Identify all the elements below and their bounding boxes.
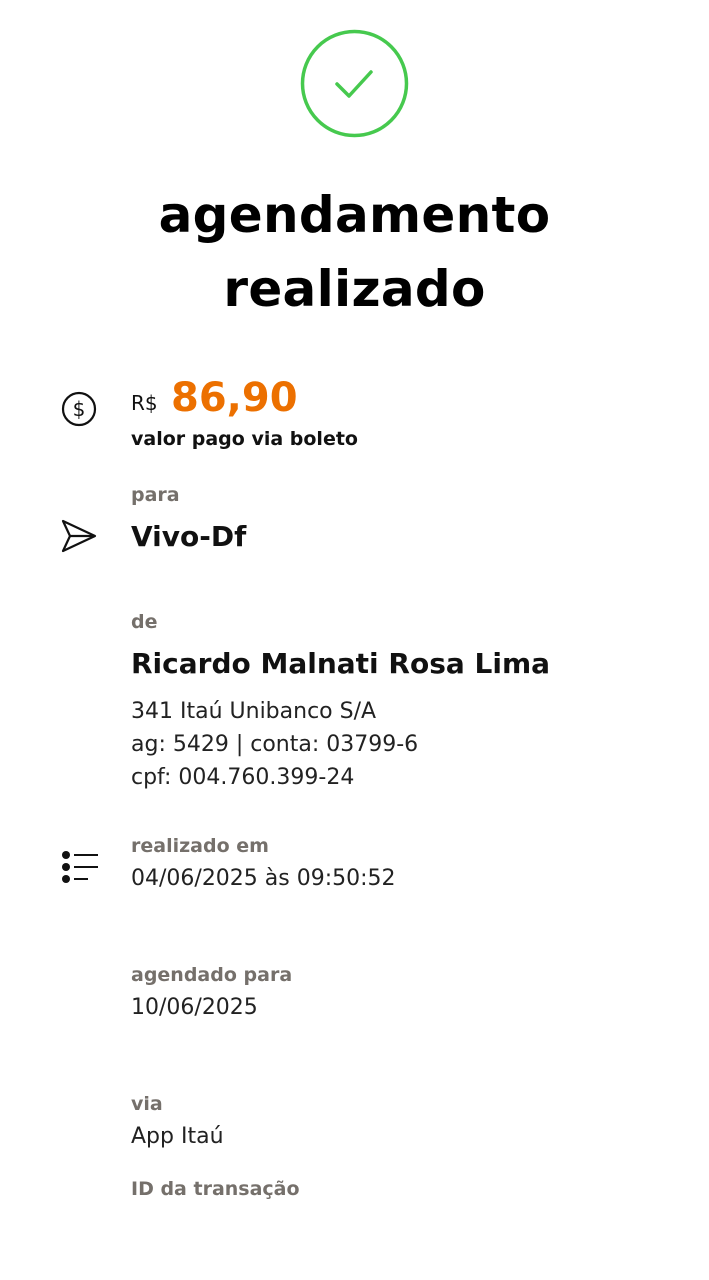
channel-value: App Itaú bbox=[131, 1124, 224, 1149]
list-icon bbox=[60, 849, 100, 885]
dollar-circle-icon: $ bbox=[60, 390, 98, 428]
check-circle-icon bbox=[300, 29, 409, 138]
title-line-1: agendamento bbox=[158, 186, 551, 244]
scheduled-label: agendado para bbox=[131, 964, 293, 986]
send-icon bbox=[60, 518, 98, 554]
channel-label: via bbox=[131, 1093, 163, 1115]
amount-caption: valor pago via boleto bbox=[131, 428, 358, 450]
scheduled-date: 10/06/2025 bbox=[131, 995, 258, 1020]
page-title: agendamento realizado bbox=[0, 178, 709, 326]
payer-label: de bbox=[131, 611, 158, 633]
payer-account: ag: 5429 | conta: 03799-6 bbox=[131, 732, 419, 757]
payee-label: para bbox=[131, 484, 180, 506]
svg-text:$: $ bbox=[73, 397, 86, 421]
realized-label: realizado em bbox=[131, 835, 269, 857]
payment-amount: 86,90 bbox=[171, 375, 298, 421]
transaction-id-label: ID da transação bbox=[131, 1178, 300, 1200]
payer-cpf: cpf: 004.760.399-24 bbox=[131, 765, 355, 790]
currency-symbol: R$ bbox=[131, 391, 158, 415]
realized-datetime: 04/06/2025 às 09:50:52 bbox=[131, 866, 396, 891]
payer-name: Ricardo Malnati Rosa Lima bbox=[131, 647, 551, 680]
title-line-2: realizado bbox=[223, 260, 486, 318]
payer-bank: 341 Itaú Unibanco S/A bbox=[131, 699, 377, 724]
payee-name: Vivo-Df bbox=[131, 520, 247, 553]
